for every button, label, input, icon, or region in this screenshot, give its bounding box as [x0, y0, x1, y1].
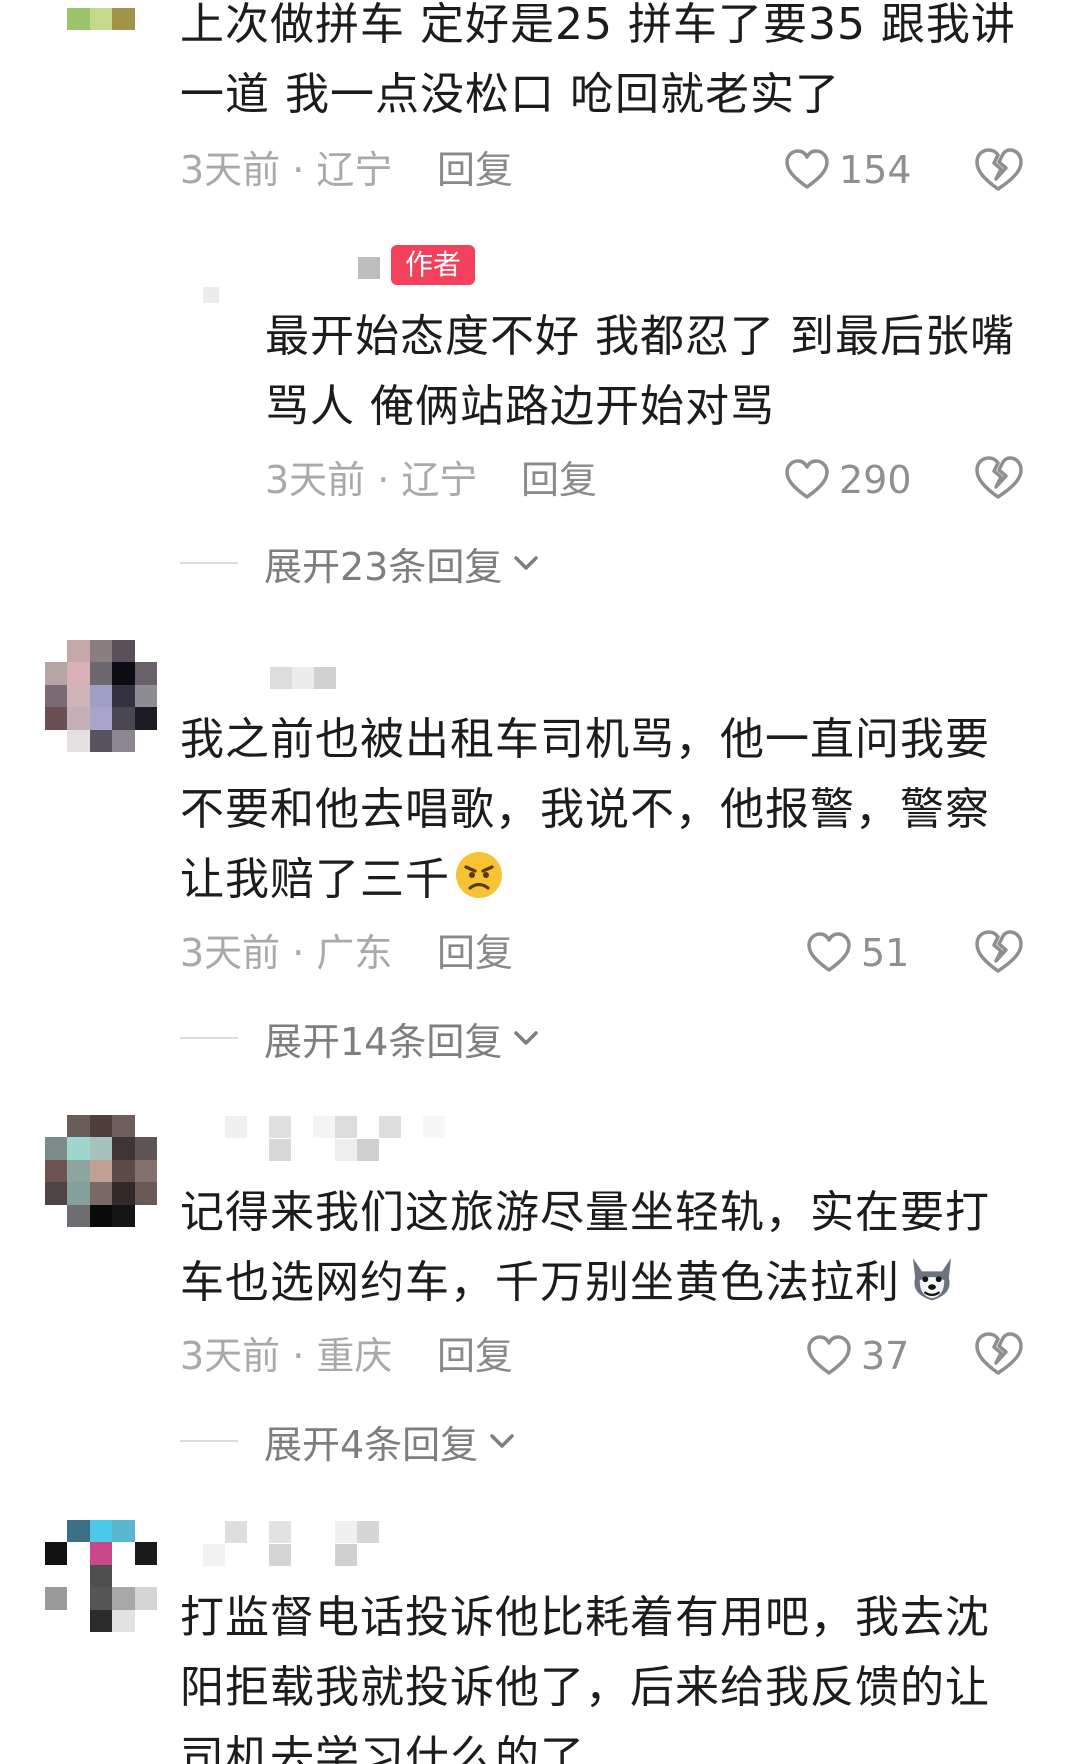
divider — [180, 1440, 238, 1442]
comment-time-location: 3天前 · 重庆 — [180, 1334, 393, 1378]
like-count: 51 — [861, 931, 910, 975]
like-button[interactable]: 290 — [783, 452, 912, 508]
comment-time-location: 3天前 · 辽宁 — [265, 458, 478, 502]
broken-heart-icon[interactable] — [972, 144, 1024, 196]
comment-text: 记得来我们这旅游尽量坐轻轨，实在要打 车也选网约车，千万别坐黄色法拉利 — [180, 1178, 1040, 1318]
comment-text: 我之前也被出租车司机骂，他一直问我要 不要和他去唱歌，我说不，他报警，警察 让我… — [180, 705, 1040, 915]
reply-button[interactable]: 回复 — [437, 928, 513, 978]
expand-replies-button[interactable]: 展开23条回复 — [180, 535, 542, 591]
expand-replies-label: 展开4条回复 — [264, 1422, 479, 1467]
reply-button[interactable]: 回复 — [521, 455, 597, 505]
expand-replies-button[interactable]: 展开14条回复 — [180, 1010, 542, 1066]
chevron-down-icon — [490, 1434, 514, 1448]
username[interactable] — [203, 1520, 423, 1566]
heart-icon — [807, 932, 851, 972]
like-count: 154 — [839, 148, 912, 192]
username[interactable] — [203, 1115, 463, 1161]
comment-text: 打监督电话投诉他比耗着有用吧，我去沈 阳拒载我就投诉他了，后来给我反馈的让 司机… — [180, 1592, 990, 1764]
expand-replies-button[interactable]: 展开4条回复 — [180, 1413, 518, 1469]
divider — [180, 562, 238, 564]
like-count: 290 — [839, 458, 912, 502]
comment-text: 最开始态度不好 我都忍了 到最后张嘴 骂人 俺俩站路边开始对骂 — [265, 311, 1015, 432]
expand-replies-label: 展开23条回复 — [264, 544, 503, 589]
broken-heart-icon[interactable] — [972, 452, 1024, 504]
heart-icon — [785, 149, 829, 189]
heart-icon — [807, 1335, 851, 1375]
author-username[interactable] — [203, 280, 219, 310]
reply-button[interactable]: 回复 — [437, 1331, 513, 1381]
like-count: 37 — [861, 1334, 910, 1378]
avatar[interactable] — [45, 0, 157, 30]
expand-replies-label: 展开14条回复 — [264, 1019, 503, 1064]
chevron-down-icon — [514, 1031, 539, 1045]
comment-time-location: 3天前 · 广东 — [180, 931, 393, 975]
avatar[interactable] — [45, 1115, 157, 1227]
author-username-tail — [358, 253, 380, 283]
comment-text-body: 记得来我们这旅游尽量坐轻轨，实在要打 车也选网约车，千万别坐黄色法拉利 — [180, 1187, 990, 1308]
like-button[interactable]: 154 — [783, 142, 912, 198]
broken-heart-icon[interactable] — [972, 926, 1024, 978]
husky-dog-emoji — [912, 1257, 952, 1301]
comment-text: 上次做拼车 定好是25 拼车了要35 跟我讲 一道 我一点没松口 呛回就老实了 — [180, 0, 1016, 120]
comment-list: 上次做拼车 定好是25 拼车了要35 跟我讲 一道 我一点没松口 呛回就老实了 … — [0, 0, 1080, 1764]
reply-button[interactable]: 回复 — [437, 145, 513, 195]
avatar[interactable] — [45, 1520, 157, 1632]
comment-text-body: 我之前也被出租车司机骂，他一直问我要 不要和他去唱歌，我说不，他报警，警察 让我… — [180, 714, 990, 905]
angry-face-emoji — [456, 852, 502, 898]
avatar[interactable] — [45, 640, 157, 752]
like-button[interactable]: 37 — [805, 1328, 909, 1384]
author-badge: 作者 — [391, 245, 476, 285]
like-button[interactable]: 51 — [805, 925, 909, 981]
username[interactable] — [270, 663, 336, 693]
broken-heart-icon[interactable] — [972, 1328, 1024, 1380]
comment-time-location: 3天前 · 辽宁 — [180, 148, 393, 192]
heart-icon — [785, 459, 829, 499]
divider — [180, 1037, 238, 1039]
chevron-down-icon — [514, 556, 539, 570]
